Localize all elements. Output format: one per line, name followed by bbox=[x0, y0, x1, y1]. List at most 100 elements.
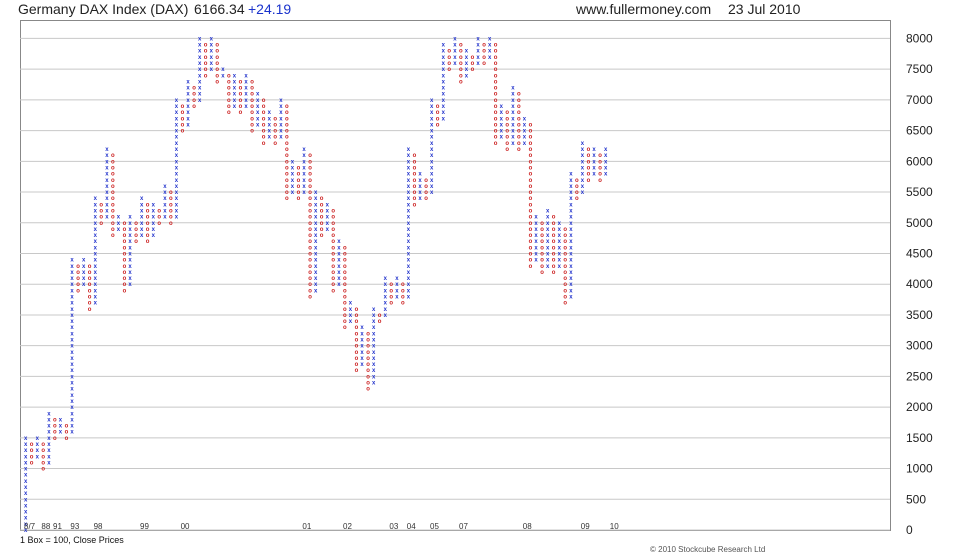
y-tick-label: 500 bbox=[906, 492, 926, 506]
o-box: o bbox=[517, 110, 521, 116]
o-box: o bbox=[471, 55, 475, 61]
x-tick-label: 88 bbox=[41, 522, 50, 531]
o-box: o bbox=[355, 313, 359, 319]
o-box: o bbox=[529, 196, 533, 202]
o-box: o bbox=[146, 215, 150, 221]
o-column: ooo bbox=[471, 55, 475, 73]
o-box: o bbox=[320, 221, 324, 227]
o-box: o bbox=[552, 245, 556, 251]
o-box: o bbox=[552, 221, 556, 227]
o-box: o bbox=[343, 295, 347, 301]
o-box: o bbox=[111, 159, 115, 165]
o-column: oooooooooooo bbox=[123, 221, 127, 295]
o-box: o bbox=[552, 258, 556, 264]
o-box: o bbox=[529, 129, 533, 135]
o-column: oooooooooooooo bbox=[343, 245, 347, 331]
o-box: o bbox=[459, 49, 463, 55]
o-box: o bbox=[41, 454, 45, 460]
pnf-chart: 0500100015002000250030003500400045005000… bbox=[20, 20, 933, 535]
o-box: o bbox=[505, 147, 509, 153]
o-box: o bbox=[215, 55, 219, 61]
o-box: o bbox=[215, 49, 219, 55]
o-column: oooo bbox=[575, 178, 579, 202]
o-box: o bbox=[169, 221, 173, 227]
o-box: o bbox=[123, 276, 127, 282]
source-link[interactable]: www.fullermoney.com bbox=[576, 1, 711, 17]
o-box: o bbox=[540, 258, 544, 264]
o-box: o bbox=[563, 245, 567, 251]
o-box: o bbox=[494, 49, 498, 55]
o-box: o bbox=[552, 264, 556, 270]
o-box: o bbox=[308, 178, 312, 184]
o-box: o bbox=[413, 202, 417, 208]
o-box: o bbox=[343, 270, 347, 276]
o-box: o bbox=[598, 153, 602, 159]
o-column: ooo bbox=[65, 424, 69, 442]
o-box: o bbox=[146, 221, 150, 227]
y-tick-label: 4000 bbox=[906, 277, 933, 291]
o-box: o bbox=[331, 258, 335, 264]
o-column: ooooo bbox=[41, 442, 45, 473]
o-box: o bbox=[30, 454, 34, 460]
o-box: o bbox=[378, 319, 382, 325]
o-box: o bbox=[343, 325, 347, 331]
o-box: o bbox=[459, 79, 463, 85]
o-box: o bbox=[215, 67, 219, 73]
o-column: oooooooooooooo bbox=[331, 208, 335, 294]
x-tick-label: 02 bbox=[343, 522, 352, 531]
o-box: o bbox=[169, 202, 173, 208]
o-box: o bbox=[587, 172, 591, 178]
o-box: o bbox=[587, 159, 591, 165]
o-box: o bbox=[517, 92, 521, 98]
o-box: o bbox=[563, 295, 567, 301]
o-box: o bbox=[76, 270, 80, 276]
o-column: oooo bbox=[436, 104, 440, 128]
o-box: o bbox=[41, 448, 45, 454]
o-box: o bbox=[331, 227, 335, 233]
o-column: oo bbox=[378, 313, 382, 325]
o-box: o bbox=[88, 264, 92, 270]
o-box: o bbox=[250, 98, 254, 104]
o-box: o bbox=[517, 129, 521, 135]
o-box: o bbox=[331, 276, 335, 282]
o-box: o bbox=[308, 215, 312, 221]
o-box: o bbox=[343, 245, 347, 251]
o-box: o bbox=[436, 116, 440, 122]
o-box: o bbox=[331, 270, 335, 276]
o-box: o bbox=[413, 159, 417, 165]
o-column: oooooooooooooo bbox=[111, 153, 115, 239]
y-tick-label: 7500 bbox=[906, 62, 933, 76]
o-box: o bbox=[529, 122, 533, 128]
o-box: o bbox=[540, 251, 544, 257]
o-box: o bbox=[331, 208, 335, 214]
o-box: o bbox=[30, 442, 34, 448]
o-box: o bbox=[343, 319, 347, 325]
o-column: ooooooooooooo bbox=[563, 227, 567, 307]
o-box: o bbox=[529, 227, 533, 233]
o-box: o bbox=[30, 460, 34, 466]
o-box: o bbox=[123, 270, 127, 276]
o-box: o bbox=[250, 122, 254, 128]
price-change: +24.19 bbox=[248, 1, 292, 17]
o-box: o bbox=[517, 104, 521, 110]
o-box: o bbox=[413, 196, 417, 202]
o-box: o bbox=[482, 55, 486, 61]
o-box: o bbox=[308, 270, 312, 276]
y-tick-label: 3500 bbox=[906, 308, 933, 322]
o-box: o bbox=[343, 288, 347, 294]
o-box: o bbox=[181, 129, 185, 135]
o-box: o bbox=[285, 141, 289, 147]
o-box: o bbox=[517, 98, 521, 104]
o-box: o bbox=[529, 172, 533, 178]
o-box: o bbox=[308, 282, 312, 288]
x-tick-label: 10 bbox=[610, 522, 619, 531]
o-box: o bbox=[262, 129, 266, 135]
o-box: o bbox=[227, 92, 231, 98]
o-box: o bbox=[331, 239, 335, 245]
o-column: ooooooooooo bbox=[355, 307, 359, 374]
o-column: oooooo bbox=[297, 165, 301, 202]
o-box: o bbox=[204, 55, 208, 61]
o-box: o bbox=[355, 325, 359, 331]
y-tick-label: 4500 bbox=[906, 246, 933, 260]
o-box: o bbox=[262, 135, 266, 141]
